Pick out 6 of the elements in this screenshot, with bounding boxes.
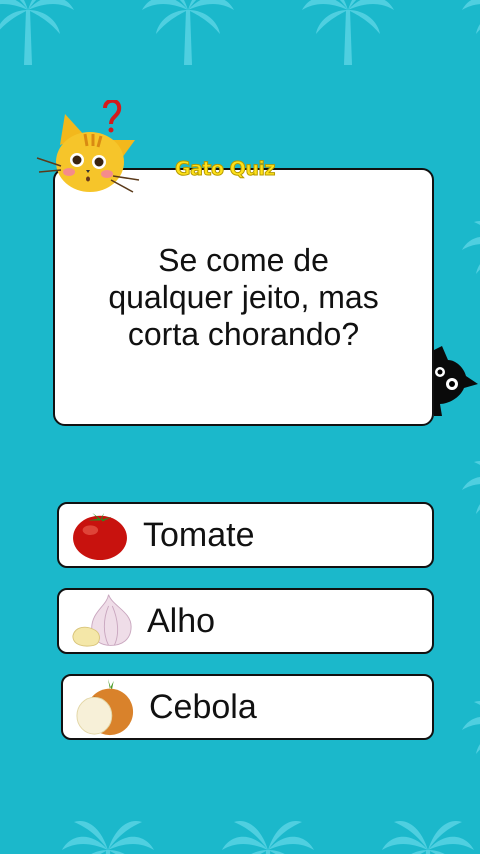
answer-option[interactable]: Cebola <box>61 674 434 740</box>
question-text: Se come de qualquer jeito, mas corta chorando? <box>107 242 380 352</box>
answer-option[interactable]: Alho <box>57 588 434 654</box>
onion-icon <box>75 677 135 737</box>
answer-option[interactable]: Tomate <box>57 502 434 568</box>
quiz-logo: Gato Quiz <box>175 158 275 180</box>
